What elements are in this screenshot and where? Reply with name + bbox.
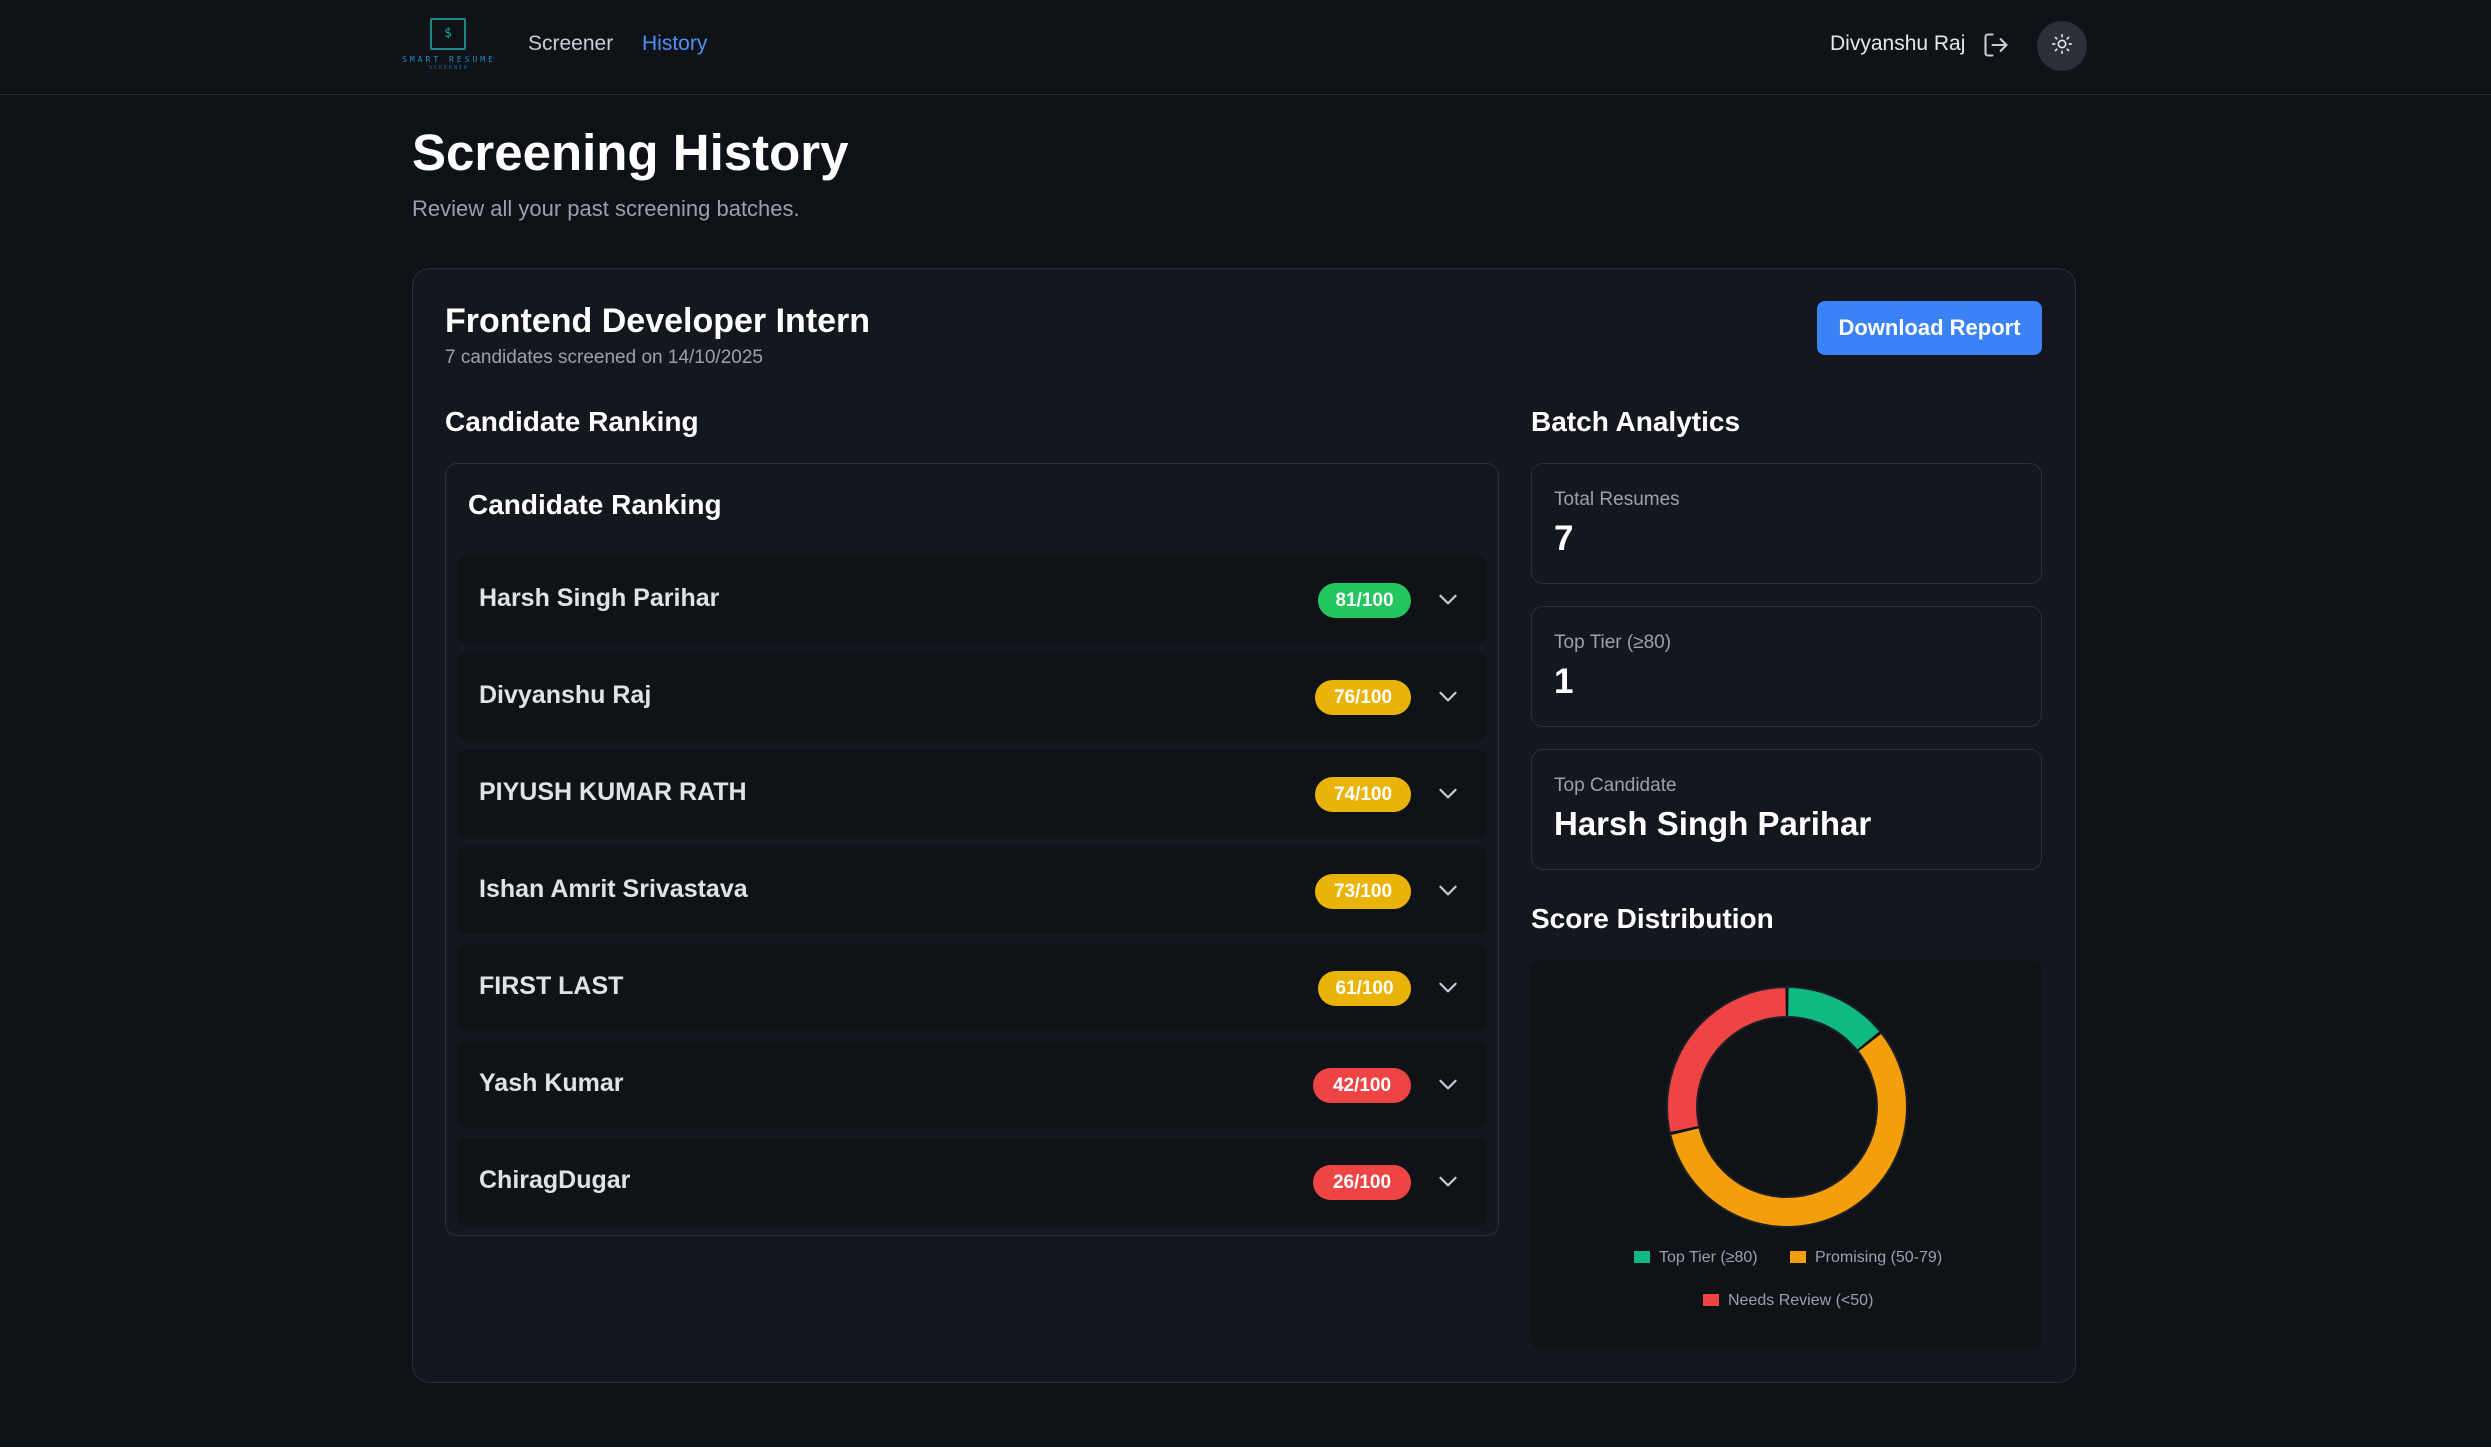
score-badge: 73/100 [1315, 874, 1411, 909]
donut-ring-outline [1696, 1016, 1878, 1198]
logout-icon[interactable] [1982, 31, 2010, 59]
candidate-name: ChiragDugar [479, 1166, 631, 1194]
candidate-row[interactable]: PIYUSH KUMAR RATH 74/100 [457, 750, 1487, 837]
nav-link-history[interactable]: History [642, 32, 707, 56]
chevron-down-icon[interactable] [1435, 683, 1461, 709]
logo-mark: $ [430, 18, 466, 50]
chevron-down-icon[interactable] [1435, 974, 1461, 1000]
score-badge: 74/100 [1315, 777, 1411, 812]
candidate-row[interactable]: ChiragDugar 26/100 [457, 1138, 1487, 1225]
page-subtitle: Review all your past screening batches. [412, 196, 800, 221]
stat-label: Top Tier (≥80) [1554, 632, 1672, 653]
sun-icon [2051, 33, 2073, 60]
stat-label: Top Candidate [1554, 775, 1677, 796]
legend-swatch [1788, 1249, 1808, 1265]
stat-card-top-candidate: Top Candidate Harsh Singh Parihar [1531, 749, 2042, 870]
chevron-down-icon[interactable] [1435, 780, 1461, 806]
score-badge: 61/100 [1318, 971, 1411, 1006]
candidate-row[interactable]: Harsh Singh Parihar 81/100 [457, 556, 1487, 643]
stat-value: Harsh Singh Parihar [1554, 805, 1872, 842]
donut-slice-1 [1670, 1033, 1907, 1227]
candidate-row[interactable]: Ishan Amrit Srivastava 73/100 [457, 847, 1487, 934]
candidate-name: Harsh Singh Parihar [479, 584, 720, 612]
analytics-section-title: Batch Analytics [1531, 406, 1741, 437]
batch-subtitle: 7 candidates screened on 14/10/2025 [445, 347, 763, 368]
ranking-panel-title: Candidate Ranking [468, 489, 722, 520]
legend-label: Top Tier (≥80) [1659, 1249, 1758, 1266]
download-report-button[interactable]: Download Report [1817, 301, 2042, 355]
logo-text: SMART RESUME [402, 55, 496, 64]
page-title: Screening History [412, 124, 849, 181]
navbar: $ SMART RESUME SCREENER Screener History… [0, 0, 2491, 95]
score-badge: 81/100 [1318, 583, 1411, 618]
candidate-name: PIYUSH KUMAR RATH [479, 778, 747, 806]
score-badge: 26/100 [1313, 1165, 1411, 1200]
stat-value: 1 [1554, 662, 1574, 701]
theme-toggle-button[interactable] [2037, 21, 2087, 71]
candidate-name: Ishan Amrit Srivastava [479, 875, 748, 903]
candidate-name: FIRST LAST [479, 972, 624, 1000]
candidate-name: Yash Kumar [479, 1069, 624, 1097]
user-name: Divyanshu Raj [1830, 32, 1966, 55]
chevron-down-icon[interactable] [1435, 1071, 1461, 1097]
candidate-name: Divyanshu Raj [479, 681, 652, 709]
legend-label: Promising (50-79) [1815, 1249, 1942, 1266]
ranking-section-title: Candidate Ranking [445, 406, 699, 437]
legend-label: Needs Review (<50) [1728, 1292, 1873, 1309]
batch-title: Frontend Developer Intern [445, 302, 871, 340]
candidate-row[interactable]: Divyanshu Raj 76/100 [457, 653, 1487, 740]
candidate-row[interactable]: Yash Kumar 42/100 [457, 1041, 1487, 1128]
legend-swatch [1632, 1249, 1652, 1265]
nav-link-screener[interactable]: Screener [528, 32, 613, 56]
chevron-down-icon[interactable] [1435, 586, 1461, 612]
score-distribution-chart: Top Tier (≥80) Promising (50-79) Needs Rev… [1531, 960, 2042, 1349]
score-badge: 76/100 [1315, 680, 1411, 715]
chevron-down-icon[interactable] [1435, 1168, 1461, 1194]
score-badge: 42/100 [1313, 1068, 1411, 1103]
legend-swatch [1701, 1292, 1721, 1308]
stat-label: Total Resumes [1554, 489, 1680, 510]
stat-value: 7 [1554, 519, 1574, 558]
score-distribution-title: Score Distribution [1531, 903, 1774, 934]
stat-card-top-tier: Top Tier (≥80) 1 [1531, 606, 2042, 727]
chevron-down-icon[interactable] [1435, 877, 1461, 903]
logo-subtext: SCREENER [428, 65, 470, 71]
candidate-row[interactable]: FIRST LAST 61/100 [457, 944, 1487, 1031]
stat-card-total-resumes: Total Resumes 7 [1531, 463, 2042, 584]
app-logo[interactable]: $ SMART RESUME SCREENER [400, 18, 498, 74]
donut-chart: Top Tier (≥80) Promising (50-79) Needs Rev… [1632, 986, 1942, 1309]
